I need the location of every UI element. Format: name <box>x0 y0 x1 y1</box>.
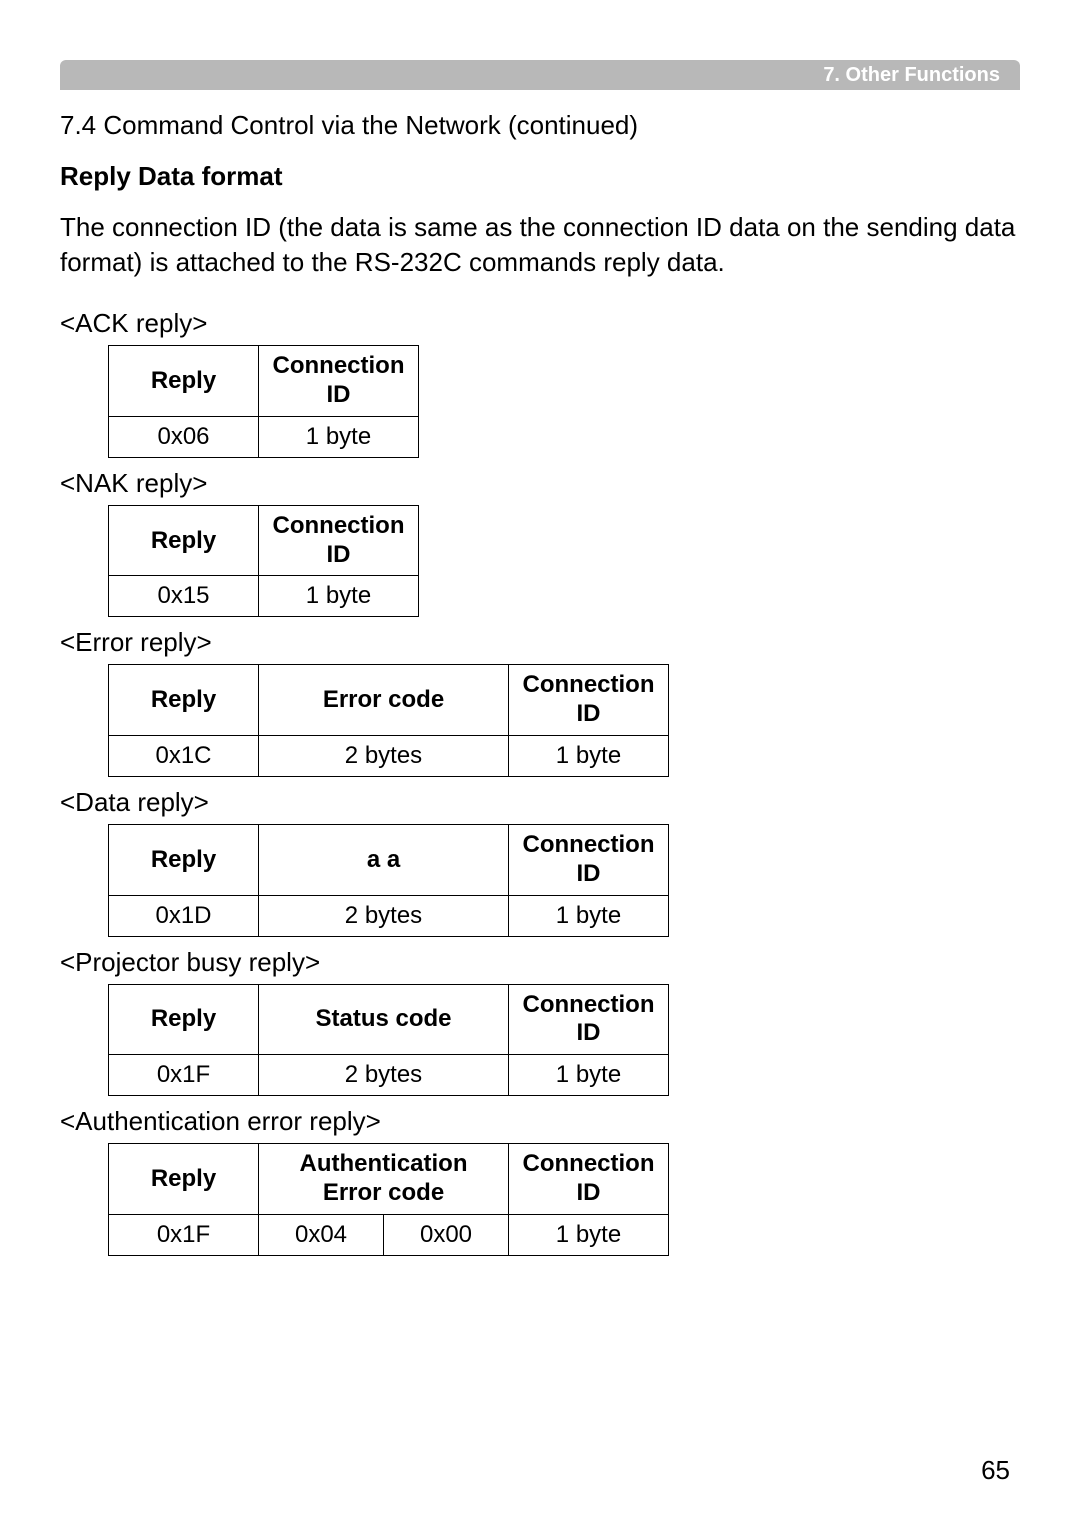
nak-cell-reply: 0x15 <box>109 576 259 617</box>
nak-header-conn: Connection ID <box>259 505 419 576</box>
error-cell-reply: 0x1C <box>109 735 259 776</box>
auth-reply-table: Reply Authentication Error code Connecti… <box>108 1143 669 1256</box>
subsection-title: Reply Data format <box>60 161 1020 192</box>
busy-cell-conn: 1 byte <box>509 1055 669 1096</box>
ack-header-conn: Connection ID <box>259 346 419 417</box>
busy-header-mid: Status code <box>259 984 509 1055</box>
error-cell-conn: 1 byte <box>509 735 669 776</box>
auth-reply-label: <Authentication error reply> <box>60 1106 1020 1137</box>
busy-cell-mid: 2 bytes <box>259 1055 509 1096</box>
error-reply-label: <Error reply> <box>60 627 1020 658</box>
section-title: 7.4 Command Control via the Network (con… <box>60 110 1020 141</box>
data-cell-reply: 0x1D <box>109 895 259 936</box>
auth-cell-reply: 0x1F <box>109 1214 259 1255</box>
busy-reply-table: Reply Status code Connection ID 0x1F 2 b… <box>108 984 669 1097</box>
auth-cell-conn: 1 byte <box>509 1214 669 1255</box>
chapter-header: 7. Other Functions <box>60 60 1020 90</box>
error-header-reply: Reply <box>109 665 259 736</box>
error-reply-table: Reply Error code Connection ID 0x1C 2 by… <box>108 664 669 777</box>
auth-header-conn: Connection ID <box>509 1144 669 1215</box>
error-header-conn: Connection ID <box>509 665 669 736</box>
ack-reply-label: <ACK reply> <box>60 308 1020 339</box>
error-header-mid: Error code <box>259 665 509 736</box>
data-reply-table: Reply a a Connection ID 0x1D 2 bytes 1 b… <box>108 824 669 937</box>
busy-header-conn: Connection ID <box>509 984 669 1055</box>
nak-reply-label: <NAK reply> <box>60 468 1020 499</box>
description-text: The connection ID (the data is same as t… <box>60 210 1020 280</box>
ack-reply-table: Reply Connection ID 0x06 1 byte <box>108 345 419 458</box>
nak-cell-conn: 1 byte <box>259 576 419 617</box>
auth-header-mid-line1: Authentication <box>300 1150 468 1177</box>
ack-cell-reply: 0x06 <box>109 416 259 457</box>
page-content: 7.4 Command Control via the Network (con… <box>60 100 1020 1266</box>
auth-cell-mid2: 0x00 <box>384 1214 509 1255</box>
data-cell-mid: 2 bytes <box>259 895 509 936</box>
data-header-reply: Reply <box>109 824 259 895</box>
busy-cell-reply: 0x1F <box>109 1055 259 1096</box>
page-number: 65 <box>981 1455 1010 1486</box>
ack-header-reply: Reply <box>109 346 259 417</box>
ack-cell-conn: 1 byte <box>259 416 419 457</box>
busy-reply-label: <Projector busy reply> <box>60 947 1020 978</box>
nak-reply-table: Reply Connection ID 0x15 1 byte <box>108 505 419 618</box>
data-header-mid: a a <box>259 824 509 895</box>
auth-header-mid: Authentication Error code <box>259 1144 509 1215</box>
auth-cell-mid1: 0x04 <box>259 1214 384 1255</box>
nak-header-reply: Reply <box>109 505 259 576</box>
data-reply-label: <Data reply> <box>60 787 1020 818</box>
error-cell-mid: 2 bytes <box>259 735 509 776</box>
auth-header-reply: Reply <box>109 1144 259 1215</box>
busy-header-reply: Reply <box>109 984 259 1055</box>
chapter-title: 7. Other Functions <box>823 64 1000 87</box>
data-cell-conn: 1 byte <box>509 895 669 936</box>
data-header-conn: Connection ID <box>509 824 669 895</box>
auth-header-mid-line2: Error code <box>323 1179 444 1206</box>
